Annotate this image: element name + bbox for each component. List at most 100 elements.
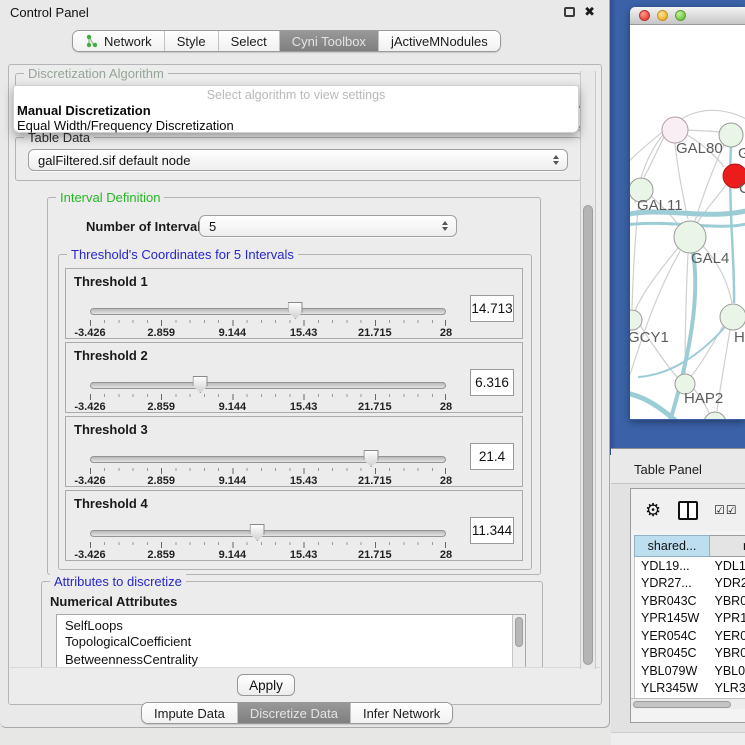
tab-jactivemnodules[interactable]: jActiveMNodules bbox=[379, 31, 500, 51]
close-icon[interactable]: ✖ bbox=[584, 7, 595, 17]
slider-track[interactable] bbox=[90, 456, 446, 463]
slider-thumb[interactable] bbox=[288, 302, 303, 319]
slider-thumb[interactable] bbox=[364, 450, 379, 467]
table-row[interactable]: YBR045CYBR0 bbox=[635, 645, 745, 663]
threshold-4-slider[interactable]: -3.4262.859 9.14415.43 21.71528 bbox=[90, 523, 446, 559]
tab-discretize-data[interactable]: Discretize Data bbox=[238, 703, 351, 723]
node-label-gal80: GAL80 bbox=[676, 140, 723, 157]
interval-definition-group: Interval Definition Number of Intervals … bbox=[47, 197, 541, 575]
settings-footer: Apply bbox=[10, 667, 600, 703]
threshold-4-value-field[interactable]: 11.344 bbox=[470, 517, 514, 544]
tab-select[interactable]: Select bbox=[219, 31, 280, 51]
apply-button[interactable]: Apply bbox=[237, 674, 295, 696]
tab-network[interactable]: Network bbox=[73, 31, 165, 51]
thresholds-group-title: Threshold's Coordinates for 5 Intervals bbox=[67, 247, 298, 262]
tab-infer-network[interactable]: Infer Network bbox=[351, 703, 452, 723]
table-row[interactable]: YBR043CYBR0 bbox=[635, 592, 745, 610]
tab-impute-data[interactable]: Impute Data bbox=[142, 703, 238, 723]
table-row[interactable]: YPR145WYPR1 bbox=[635, 610, 745, 628]
popup-option-equal-width[interactable]: Equal Width/Frequency Discretization bbox=[14, 118, 578, 133]
slider-major-ticks bbox=[90, 542, 446, 548]
threshold-4-label: Threshold 4 bbox=[74, 496, 148, 511]
zoom-traffic-light-icon[interactable] bbox=[675, 10, 686, 21]
threshold-3-label: Threshold 3 bbox=[74, 422, 148, 437]
table-rows: YDL19...YDL1 YDR27...YDR2 YBR043CYBR0 YP… bbox=[634, 557, 745, 698]
table-row[interactable]: YDL19...YDL1 bbox=[635, 557, 745, 575]
slider-track[interactable] bbox=[90, 382, 446, 389]
threshold-2-slider[interactable]: -3.4262.859 9.14415.43 21.71528 bbox=[90, 375, 446, 411]
table-horizontal-scrollbar-thumb[interactable] bbox=[633, 701, 731, 708]
table-data-value: galFiltered.sif default node bbox=[38, 153, 190, 168]
threshold-1-slider[interactable]: -3.4262.859 9.14415.43 21.71528 bbox=[90, 301, 446, 337]
popup-placeholder-text: Select algorithm to view settings bbox=[14, 88, 578, 103]
table-data-group: Table Data galFiltered.sif default node bbox=[15, 137, 581, 181]
node-right[interactable] bbox=[720, 304, 745, 330]
tab-cyni-toolbox[interactable]: Cyni Toolbox bbox=[280, 31, 379, 51]
desktop-background: GAL80 G C GAL11 GAL4 GCY1 H HAP2 bbox=[610, 0, 745, 455]
column-header-name[interactable]: n bbox=[710, 535, 745, 557]
attributes-group-title: Attributes to discretize bbox=[50, 574, 186, 589]
window-title: Control Panel bbox=[0, 5, 89, 20]
threshold-3-box: Threshold 3 -3.4262.859 9.14415.43 21.71… bbox=[65, 416, 523, 487]
control-panel-window: Control Panel ✖ Network Style Select Cyn… bbox=[0, 0, 610, 728]
interval-definition-title: Interval Definition bbox=[56, 190, 164, 205]
network-canvas[interactable]: GAL80 G C GAL11 GAL4 GCY1 H HAP2 bbox=[630, 25, 745, 419]
slider-track[interactable] bbox=[90, 530, 446, 537]
slider-major-ticks bbox=[90, 320, 446, 326]
minimize-traffic-light-icon[interactable] bbox=[657, 10, 668, 21]
float-window-icon[interactable] bbox=[564, 7, 575, 17]
settings-vertical-scrollbar[interactable] bbox=[580, 71, 596, 669]
table-horizontal-scrollbar[interactable] bbox=[631, 698, 745, 709]
column-header-shared-name[interactable]: shared... bbox=[634, 535, 710, 557]
table-row[interactable]: YER054CYER0 bbox=[635, 627, 745, 645]
table-panel-card: ⚙ ☑☑ shared... n YDL19...YDL1 YDR27...YD… bbox=[630, 488, 745, 723]
popup-option-manual[interactable]: Manual Discretization bbox=[14, 103, 578, 118]
node-gcy1[interactable] bbox=[630, 310, 642, 330]
numerical-attributes-list: SelfLoops TopologicalCoefficient Between… bbox=[56, 614, 526, 670]
node-table: shared... n YDL19...YDL1 YDR27...YDR2 YB… bbox=[634, 535, 745, 698]
network-view-window: GAL80 G C GAL11 GAL4 GCY1 H HAP2 bbox=[630, 7, 745, 420]
gear-icon[interactable]: ⚙ bbox=[645, 501, 661, 519]
combo-spinner-icon bbox=[442, 221, 448, 231]
node-label-partial-c: C bbox=[739, 180, 745, 197]
node-gal4[interactable] bbox=[674, 221, 706, 253]
slider-thumb[interactable] bbox=[193, 376, 208, 393]
columns-icon[interactable] bbox=[678, 501, 698, 520]
slider-major-ticks bbox=[90, 468, 446, 474]
settings-vertical-scrollbar-thumb[interactable] bbox=[583, 205, 593, 665]
threshold-3-slider[interactable]: -3.4262.859 9.14415.43 21.71528 bbox=[90, 449, 446, 485]
node-label-hap2: HAP2 bbox=[684, 390, 723, 407]
number-of-intervals-value: 5 bbox=[209, 219, 216, 234]
thresholds-group: Threshold's Coordinates for 5 Intervals … bbox=[58, 254, 532, 570]
list-item[interactable]: TopologicalCoefficient bbox=[57, 633, 525, 651]
table-toolbar: ⚙ ☑☑ bbox=[631, 489, 745, 531]
table-data-combobox[interactable]: galFiltered.sif default node bbox=[28, 149, 568, 171]
select-columns-checkboxes-icon[interactable]: ☑☑ bbox=[714, 503, 738, 517]
node-label-partial-g: G bbox=[738, 145, 745, 162]
control-panel-tabs: Network Style Select Cyni Toolbox jActiv… bbox=[72, 30, 501, 52]
list-item[interactable]: SelfLoops bbox=[57, 615, 525, 633]
table-row[interactable]: YBL079WYBL0 bbox=[635, 662, 745, 680]
threshold-2-box: Threshold 2 -3.4262.859 9.14415.43 21.71… bbox=[65, 342, 523, 413]
table-row[interactable]: YLR345WYLR3 bbox=[635, 680, 745, 698]
slider-thumb[interactable] bbox=[250, 524, 265, 541]
threshold-3-value-field[interactable]: 21.4 bbox=[470, 443, 514, 470]
threshold-2-value-field[interactable]: 6.316 bbox=[470, 369, 514, 396]
close-traffic-light-icon[interactable] bbox=[639, 10, 650, 21]
tab-style[interactable]: Style bbox=[165, 31, 219, 51]
table-panel-titlebar: Table Panel bbox=[611, 448, 745, 484]
algorithm-dropdown-popup: Select algorithm to view settings Manual… bbox=[13, 85, 579, 133]
list-scrollbar[interactable] bbox=[512, 615, 525, 669]
node-bottom-partial[interactable] bbox=[704, 412, 726, 419]
slider-track[interactable] bbox=[90, 308, 446, 315]
number-of-intervals-combobox[interactable]: 5 bbox=[199, 215, 457, 237]
threshold-1-box: Threshold 1 -3.4262.859 9.14415.43 21.71… bbox=[65, 268, 523, 339]
list-scrollbar-thumb[interactable] bbox=[515, 617, 523, 647]
number-of-intervals-label: Number of Intervals bbox=[86, 219, 208, 234]
control-panel-titlebar: Control Panel ✖ bbox=[0, 0, 609, 24]
cyni-toolbox-panel: Discretization Algorithm Select algorith… bbox=[8, 64, 602, 705]
table-panel-title: Table Panel bbox=[634, 462, 702, 477]
table-row[interactable]: YDR27...YDR2 bbox=[635, 575, 745, 593]
numerical-attributes-label: Numerical Attributes bbox=[50, 594, 177, 609]
threshold-1-value-field[interactable]: 14.713 bbox=[470, 295, 514, 322]
